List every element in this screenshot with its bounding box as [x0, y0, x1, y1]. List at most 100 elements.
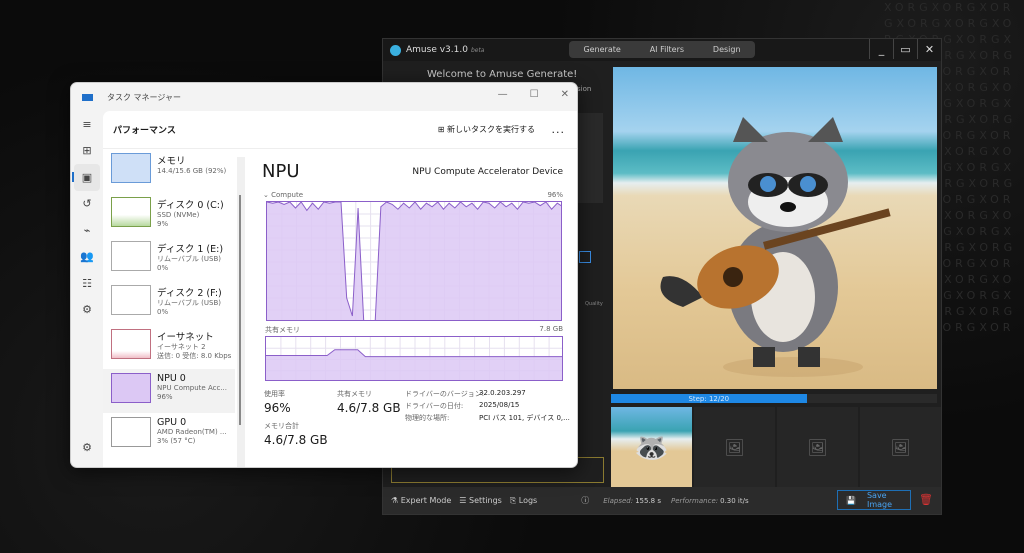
detail-title: NPU	[262, 161, 300, 182]
resource-mini-graph	[111, 373, 151, 403]
image-placeholder-icon: 🖼	[724, 437, 745, 457]
resource-sub2: 0%	[157, 308, 169, 316]
resource-list: メモリ 14.4/15.6 GB (92%) ディスク 0 (C:) SSD (NVM…	[103, 149, 235, 467]
driver-version-label: ドライバーのバージョン:	[405, 390, 485, 398]
tab-generate[interactable]: Generate	[583, 45, 620, 54]
resource-name: メモリ	[157, 156, 186, 167]
resource-sub2: 送信: 0 受信: 8.0 Kbps	[157, 352, 232, 360]
performance-value: 0.30 it/s	[720, 496, 749, 505]
resource-mini-graph	[111, 329, 151, 359]
processes-icon[interactable]: ⊞	[82, 138, 91, 165]
location: PCI バス 101, デバイス 0,...	[479, 414, 570, 422]
performance-icon[interactable]: ▣	[72, 164, 100, 191]
shared-memory-chart	[265, 336, 563, 381]
tm-minimize-button[interactable]: —	[498, 89, 508, 100]
resource-name: ディスク 0 (C:)	[157, 200, 224, 211]
settings-label: Settings	[469, 496, 502, 505]
resource-name: GPU 0	[157, 417, 187, 428]
tm-titlebar: タスク マネージャー — ☐ ✕	[71, 83, 577, 111]
resource-sub1: リムーバブル (USB)	[157, 255, 221, 263]
resource-sub2: 3% (57 °C)	[157, 437, 196, 445]
progress-label: Step: 12/20	[688, 394, 730, 403]
hamburger-icon[interactable]: ≡	[82, 111, 91, 138]
info-icon[interactable]: ⓘ	[581, 495, 589, 506]
resource-sub1: リムーバブル (USB)	[157, 299, 221, 307]
run-new-task-label: 新しいタスクを実行する	[447, 125, 535, 134]
performance-label: Performance:	[671, 496, 719, 505]
usage-value: 96%	[264, 401, 291, 415]
run-new-task-button[interactable]: ⊞ 新しいタスクを実行する	[438, 124, 535, 135]
amuse-titlebar: Amuse v3.1.0 beta Generate AI Filters De…	[383, 39, 941, 61]
resource-sub1: 14.4/15.6 GB (92%)	[157, 167, 227, 175]
close-button[interactable]: ✕	[917, 39, 941, 59]
resource-item[interactable]: ディスク 2 (F:) リムーバブル (USB) 0%	[103, 281, 235, 325]
quality-label: Quality	[585, 301, 603, 307]
settings-button[interactable]: ☰ Settings	[459, 496, 502, 505]
minimize-button[interactable]: _	[869, 39, 893, 59]
resource-name: ディスク 1 (E:)	[157, 244, 224, 255]
generation-progress-bar: Step: 12/20	[611, 394, 937, 403]
scrollbar[interactable]	[237, 157, 245, 467]
shared-mem-value: 4.6/7.8 GB	[337, 401, 401, 415]
tm-close-button[interactable]: ✕	[561, 89, 569, 100]
tab-ai-filters[interactable]: AI Filters	[650, 45, 684, 54]
tm-header: パフォーマンス ⊞ 新しいタスクを実行する ...	[103, 111, 577, 149]
thumbnail-placeholder[interactable]: 🖼	[694, 407, 775, 487]
startup-icon[interactable]: ⌁	[84, 217, 91, 244]
resource-mini-graph	[111, 241, 151, 271]
maximize-button[interactable]: ▭	[893, 39, 917, 59]
logs-button[interactable]: ⎘ Logs	[510, 496, 537, 506]
resource-item[interactable]: ディスク 0 (C:) SSD (NVMe) 9%	[103, 193, 235, 237]
expert-mode-button[interactable]: ⚗ Expert Mode	[391, 496, 451, 505]
device-name: NPU Compute Accelerator Device	[412, 167, 563, 177]
more-button[interactable]: ...	[552, 123, 566, 136]
raccoon-illustration	[660, 117, 891, 377]
compute-chart	[266, 201, 562, 321]
compute-area	[267, 202, 561, 320]
history-icon[interactable]: ↺	[82, 191, 91, 218]
resource-sub2: 0%	[157, 264, 169, 272]
npu-detail: NPU NPU Compute Accelerator Device ⌄ Com…	[259, 149, 577, 467]
resource-item[interactable]: イーサネット イーサネット 2 送信: 0 受信: 8.0 Kbps	[103, 325, 235, 369]
task-manager-icon	[82, 93, 93, 101]
resource-item[interactable]: メモリ 14.4/15.6 GB (92%)	[103, 149, 235, 193]
resource-item[interactable]: ディスク 1 (E:) リムーバブル (USB) 0%	[103, 237, 235, 281]
shared-memory-max: 7.8 GB	[539, 325, 563, 333]
save-image-button[interactable]: 💾 Save Image	[837, 490, 911, 510]
elapsed-label: Elapsed:	[603, 496, 634, 505]
progress-fill: Step: 12/20	[611, 394, 807, 403]
elapsed-value: 155.8 s	[635, 496, 662, 505]
thumbnail-1[interactable]: 🦝	[611, 407, 692, 487]
tm-maximize-button[interactable]: ☐	[530, 89, 539, 100]
settings-icon[interactable]: ⚙	[82, 435, 92, 462]
delete-icon[interactable]: 🗑	[919, 493, 933, 506]
tab-design[interactable]: Design	[713, 45, 741, 54]
beta-badge: beta	[470, 46, 485, 54]
app-title: Amuse v3.1.0	[406, 45, 468, 55]
shared-mem-label: 共有メモリ	[337, 390, 372, 398]
mode-tabs: Generate AI Filters Design	[569, 41, 755, 58]
resource-item[interactable]: NPU 0 NPU Compute Acc... 96%	[103, 369, 235, 413]
details-icon[interactable]: ☷	[82, 270, 92, 297]
option-toggle[interactable]	[579, 251, 591, 263]
total-mem-value: 4.6/7.8 GB	[264, 433, 328, 447]
amuse-footer: ⚗ Expert Mode ☰ Settings ⎘ Logs ⓘ Elapse…	[383, 487, 941, 514]
amuse-logo-icon	[390, 44, 401, 56]
tm-main: パフォーマンス ⊞ 新しいタスクを実行する ... メモリ 14.4/15.6 G…	[103, 111, 577, 467]
welcome-text: Welcome to Amuse Generate!	[427, 69, 578, 80]
thumbnail-placeholder[interactable]: 🖼	[777, 407, 858, 487]
driver-version: 32.0.203.297	[479, 389, 526, 397]
users-icon[interactable]: 👥	[80, 244, 94, 271]
tm-nav: ≡ ⊞ ▣ ↺ ⌁ 👥 ☷ ⚙ ⚙	[71, 111, 103, 467]
thumbnail-placeholder[interactable]: 🖼	[860, 407, 941, 487]
result-thumbnails: 🦝 🖼 🖼 🖼	[611, 407, 941, 487]
resource-sub1: AMD Radeon(TM) ...	[157, 428, 227, 436]
page-title: パフォーマンス	[113, 126, 176, 136]
services-icon[interactable]: ⚙	[82, 297, 92, 324]
logs-label: Logs	[518, 495, 538, 505]
expert-mode-label: Expert Mode	[400, 496, 452, 505]
usage-label: 使用率	[264, 390, 285, 398]
resource-name: ディスク 2 (F:)	[157, 288, 222, 299]
resource-item[interactable]: GPU 0 AMD Radeon(TM) ... 3% (57 °C)	[103, 413, 235, 457]
resource-mini-graph	[111, 285, 151, 315]
